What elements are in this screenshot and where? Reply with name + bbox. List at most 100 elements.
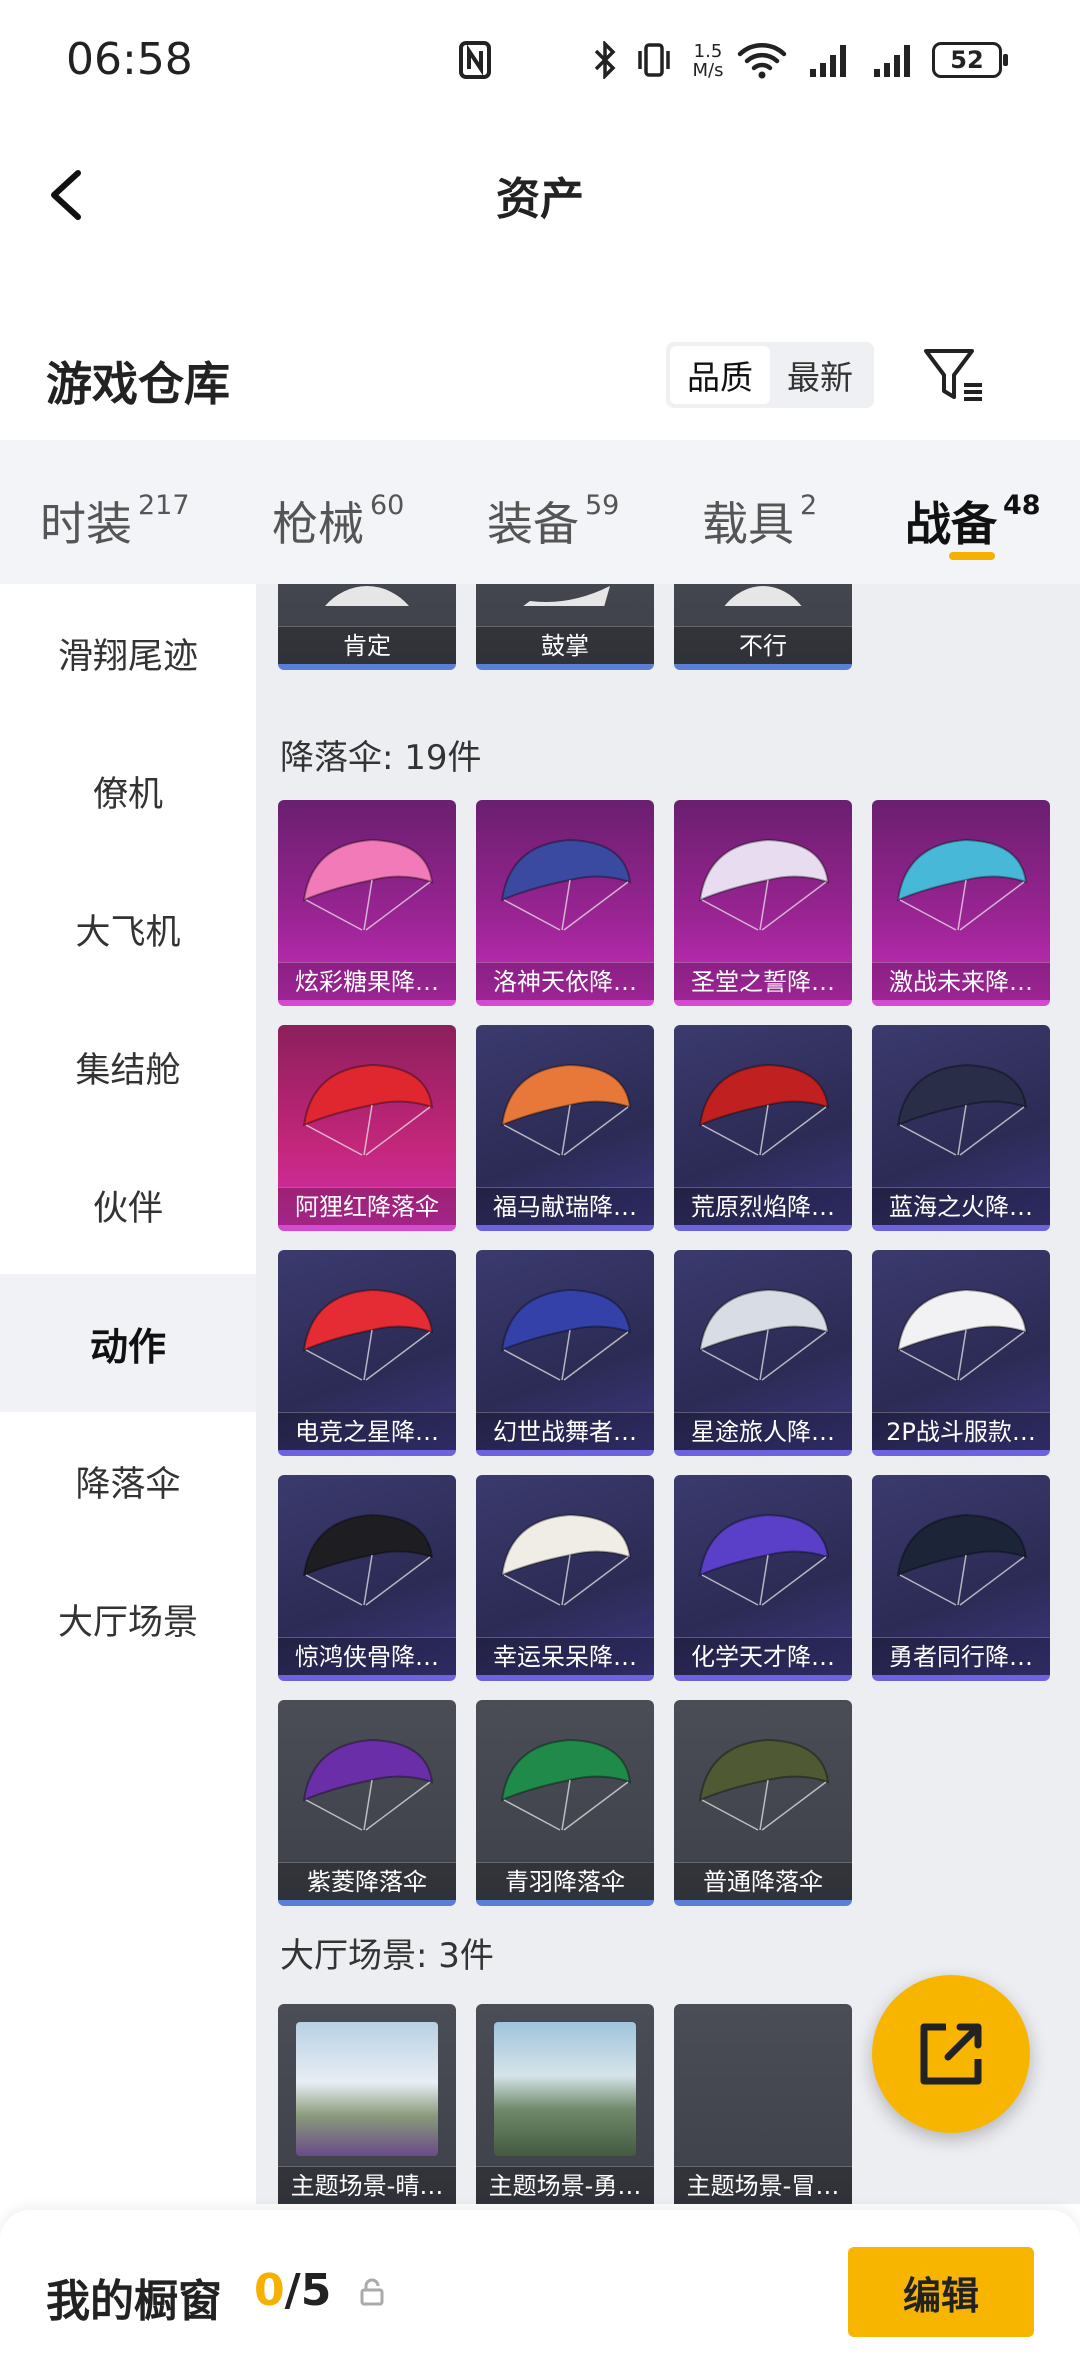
sidebar-item-assembly-pod[interactable]: 集结舱	[0, 998, 256, 1136]
item-name: 炫彩糖果降…	[278, 962, 456, 1000]
item-name: 洛神天依降…	[476, 962, 654, 1000]
parachute-card[interactable]: 紫菱降落伞	[278, 1700, 456, 1906]
scene-card[interactable]: 主题场景-晴…	[278, 2004, 456, 2204]
item-name: 惊鸿侠骨降…	[278, 1637, 456, 1675]
signal-icon-2	[870, 38, 920, 82]
battery-tip	[1003, 54, 1008, 66]
edit-button[interactable]: 编辑	[848, 2247, 1034, 2337]
gesture-no-icon	[724, 586, 802, 606]
sidebar-item-glide-trail[interactable]: 滑翔尾迹	[0, 584, 256, 722]
tab-vehicles[interactable]: 载具 2	[702, 488, 817, 554]
sidebar-item-actions[interactable]: 动作	[0, 1274, 256, 1412]
tab-equipment[interactable]: 装备 59	[487, 488, 619, 554]
parachute-icon	[896, 1513, 1028, 1606]
parachute-card[interactable]: 惊鸿侠骨降…	[278, 1475, 456, 1681]
parachute-icon	[698, 838, 830, 931]
item-name: 主题场景-晴…	[278, 2166, 456, 2204]
item-name: 阿狸红降落伞	[278, 1187, 456, 1225]
filter-icon[interactable]	[922, 345, 988, 405]
parachute-card[interactable]: 阿狸红降落伞	[278, 1025, 456, 1231]
scene-thumbnail	[296, 2022, 438, 2156]
scene-card[interactable]: 主题场景-冒…	[674, 2004, 852, 2204]
tab-fashion[interactable]: 时装 217	[40, 488, 190, 554]
sidebar-item-parachute[interactable]: 降落伞	[0, 1412, 256, 1550]
item-name: 电竞之星降…	[278, 1412, 456, 1450]
group-label-parachute: 降落伞: 19件	[280, 738, 482, 778]
group-label-lobby-scene: 大厅场景: 3件	[280, 1936, 494, 1976]
parachute-icon	[500, 1288, 632, 1381]
battery-level: 52	[950, 46, 984, 74]
parachute-icon	[500, 1063, 632, 1156]
parachute-card[interactable]: 炫彩糖果降…	[278, 800, 456, 1006]
parachute-card[interactable]: 青羽降落伞	[476, 1700, 654, 1906]
sidebar-item-airplane[interactable]: 大飞机	[0, 860, 256, 998]
parachute-card[interactable]: 勇者同行降…	[872, 1475, 1050, 1681]
item-name: 普通降落伞	[674, 1862, 852, 1900]
parachute-icon	[896, 1063, 1028, 1156]
wifi-icon	[734, 38, 790, 82]
parachute-card[interactable]: 星途旅人降…	[674, 1250, 852, 1456]
item-name: 肯定	[278, 626, 456, 664]
parachute-icon	[302, 1063, 434, 1156]
parachute-icon	[896, 1288, 1028, 1381]
item-name: 主题场景-冒…	[674, 2166, 852, 2204]
parachute-card[interactable]: 电竞之星降…	[278, 1250, 456, 1456]
showcase-label: 我的橱窗	[46, 2276, 222, 2327]
lock-icon	[358, 2278, 386, 2306]
gesture-clap-icon	[523, 586, 610, 606]
sidebar: 滑翔尾迹 僚机 大飞机 集结舱 伙伴 动作 降落伞 大厅场景	[0, 584, 256, 2204]
item-name: 主题场景-勇…	[476, 2166, 654, 2204]
sidebar-item-wingman[interactable]: 僚机	[0, 722, 256, 860]
parachute-card[interactable]: 蓝海之火降…	[872, 1025, 1050, 1231]
item-name: 星途旅人降…	[674, 1412, 852, 1450]
parachute-icon	[698, 1738, 830, 1831]
share-icon	[920, 2023, 982, 2085]
parachute-icon	[302, 838, 434, 931]
item-name: 青羽降落伞	[476, 1862, 654, 1900]
item-name: 紫菱降落伞	[278, 1862, 456, 1900]
scene-card[interactable]: 主题场景-勇…	[476, 2004, 654, 2204]
parachute-icon	[302, 1738, 434, 1831]
active-tab-indicator	[949, 552, 995, 560]
section-title: 游戏仓库	[46, 357, 230, 411]
action-card[interactable]: 不行	[674, 584, 852, 670]
action-card[interactable]: 鼓掌	[476, 584, 654, 670]
parachute-card[interactable]: 幸运呆呆降…	[476, 1475, 654, 1681]
item-name: 幻世战舞者…	[476, 1412, 654, 1450]
category-tabs: 时装 217 枪械 60 装备 59 载具 2 战备 48	[0, 440, 1080, 584]
parachute-card[interactable]: 幻世战舞者…	[476, 1250, 654, 1456]
sort-latest-button[interactable]: 最新	[770, 346, 870, 404]
item-name: 蓝海之火降…	[872, 1187, 1050, 1225]
parachute-card[interactable]: 洛神天依降…	[476, 800, 654, 1006]
tab-battle-prep[interactable]: 战备 48	[905, 488, 1041, 554]
parachute-card[interactable]: 福马献瑞降…	[476, 1025, 654, 1231]
parachute-card[interactable]: 普通降落伞	[674, 1700, 852, 1906]
scene-thumbnail	[494, 2022, 636, 2156]
parachute-card[interactable]: 荒原烈焰降…	[674, 1025, 852, 1231]
bluetooth-icon	[590, 38, 620, 82]
parachute-card[interactable]: 化学天才降…	[674, 1475, 852, 1681]
gesture-thumbs-up-icon	[325, 586, 409, 606]
battery-icon: 52	[932, 42, 1002, 78]
tab-weapons[interactable]: 枪械 60	[272, 488, 404, 554]
share-button[interactable]	[872, 1975, 1030, 2133]
item-name: 幸运呆呆降…	[476, 1637, 654, 1675]
item-name: 不行	[674, 626, 852, 664]
parachute-icon	[698, 1063, 830, 1156]
item-name: 圣堂之誓降…	[674, 962, 852, 1000]
sidebar-item-companion[interactable]: 伙伴	[0, 1136, 256, 1274]
page-title: 资产	[496, 174, 584, 225]
parachute-icon	[302, 1288, 434, 1381]
parachute-icon	[698, 1288, 830, 1381]
sort-toggle: 品质 最新	[666, 342, 874, 408]
parachute-card[interactable]: 2P战斗服款…	[872, 1250, 1050, 1456]
action-card[interactable]: 肯定	[278, 584, 456, 670]
item-name: 鼓掌	[476, 626, 654, 664]
parachute-icon	[698, 1513, 830, 1606]
parachute-card[interactable]: 圣堂之誓降…	[674, 800, 852, 1006]
item-name: 福马献瑞降…	[476, 1187, 654, 1225]
sidebar-item-lobby-scene[interactable]: 大厅场景	[0, 1550, 256, 1688]
parachute-icon	[500, 1513, 632, 1606]
sort-quality-button[interactable]: 品质	[670, 346, 770, 404]
parachute-card[interactable]: 激战未来降…	[872, 800, 1050, 1006]
